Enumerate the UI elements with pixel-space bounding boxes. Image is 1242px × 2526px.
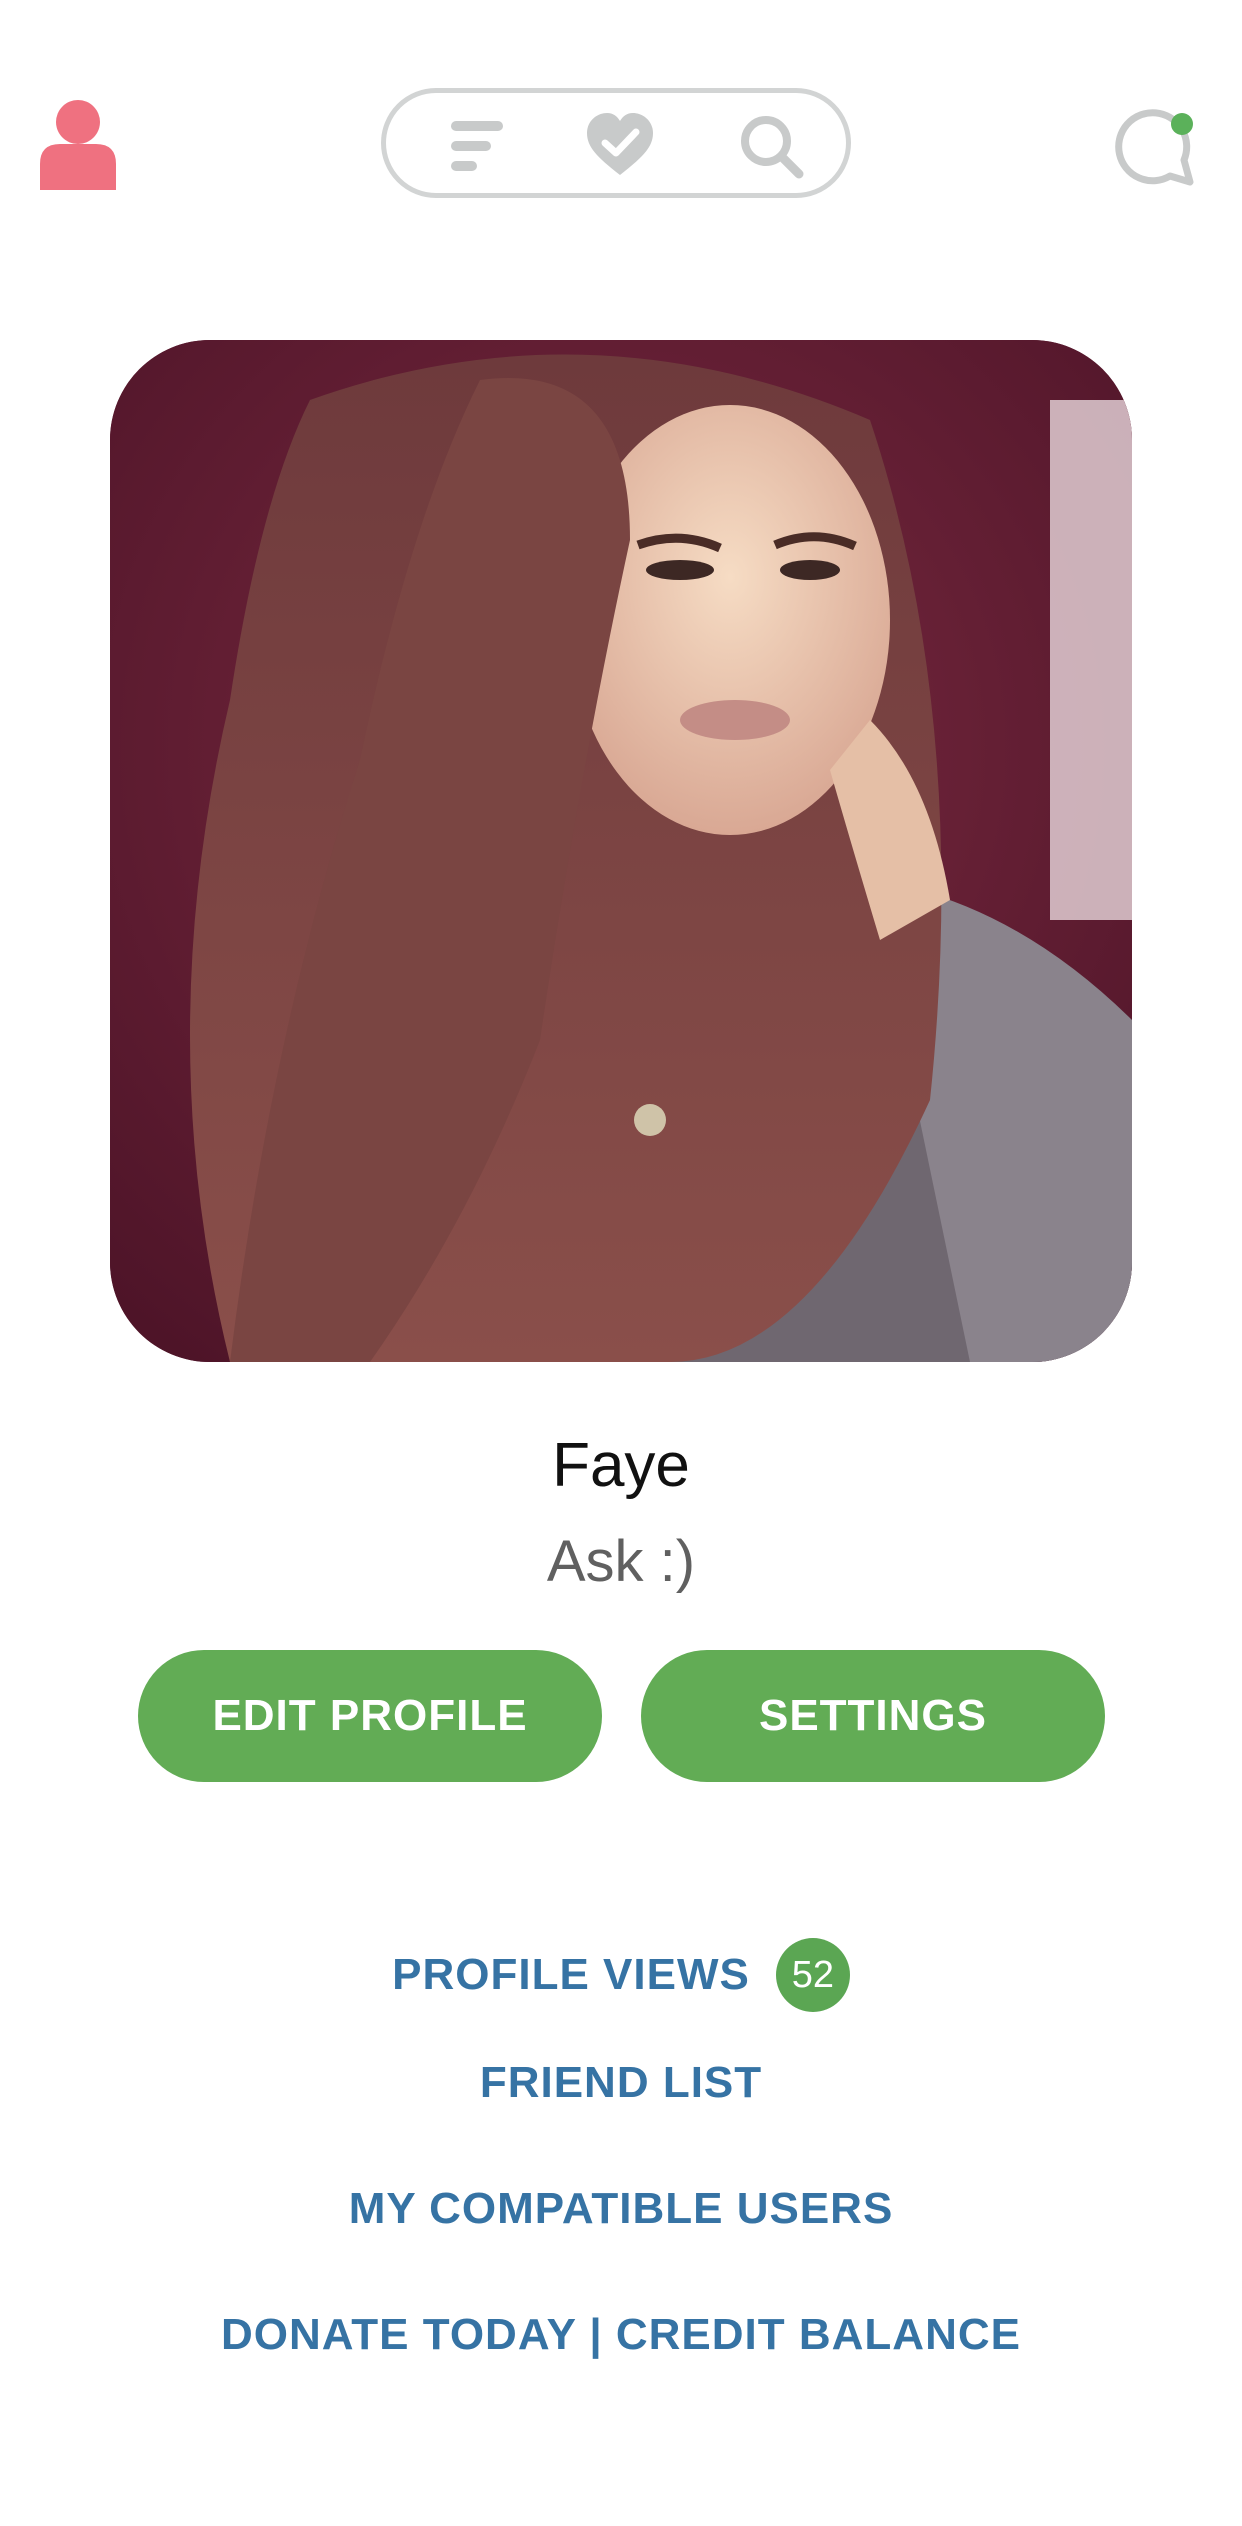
profile-views-row: PROFILE VIEWS 52	[0, 1930, 1242, 2020]
compatible-users-row: MY COMPATIBLE USERS	[0, 2184, 1242, 2234]
chat-bubble-icon	[1115, 109, 1194, 186]
settings-button[interactable]: SETTINGS	[641, 1650, 1105, 1782]
profile-photo[interactable]	[110, 340, 1132, 1362]
favorites-button[interactable]	[585, 111, 655, 181]
profile-views-count-badge: 52	[775, 1938, 850, 2012]
friend-list-row: FRIEND LIST	[0, 2058, 1242, 2108]
heart-check-icon	[587, 113, 653, 175]
donate-credit-link[interactable]: DONATE TODAY | CREDIT BALANCE	[221, 2310, 1021, 2359]
profile-views-link[interactable]: PROFILE VIEWS	[392, 1950, 750, 2000]
profile-button[interactable]	[38, 98, 118, 190]
search-button[interactable]	[736, 111, 806, 181]
person-icon	[40, 100, 116, 190]
profile-status: Ask :)	[546, 1529, 696, 1594]
chat-button[interactable]	[1110, 102, 1200, 192]
nav-switcher	[381, 88, 851, 198]
donate-row: DONATE TODAY | CREDIT BALANCE	[0, 2310, 1242, 2360]
friend-list-link[interactable]: FRIEND LIST	[480, 2058, 762, 2107]
search-icon	[741, 116, 804, 179]
profile-name: Faye	[552, 1431, 690, 1500]
compatible-users-link[interactable]: MY COMPATIBLE USERS	[349, 2184, 894, 2233]
online-dot	[1171, 113, 1193, 135]
menu-button[interactable]	[443, 111, 513, 181]
edit-profile-button[interactable]: EDIT PROFILE	[138, 1650, 602, 1782]
portrait-image	[110, 340, 1132, 1362]
top-bar	[0, 0, 1242, 250]
menu-icon	[451, 121, 503, 171]
